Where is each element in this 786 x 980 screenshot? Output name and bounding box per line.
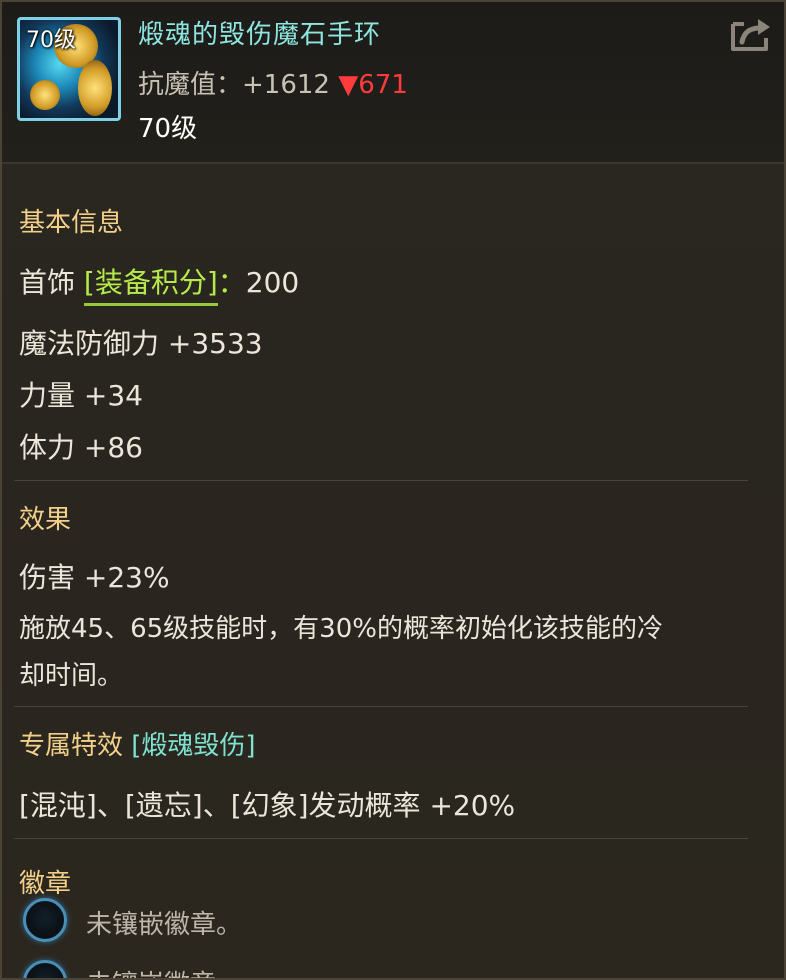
- stat-value: +1612: [242, 70, 330, 100]
- effect-line: 施放45、65级技能时，有30%的概率初始化该技能的冷: [19, 614, 663, 644]
- divider: [14, 838, 748, 839]
- stat-line: 魔法防御力 +3533: [19, 327, 263, 360]
- exclusive-tag: [煅魂毁伤]: [131, 731, 256, 761]
- exclusive-title: 专属特效: [19, 731, 124, 761]
- section-title-emblem: 徽章: [19, 869, 72, 899]
- emblem-socket-icon[interactable]: [23, 960, 67, 978]
- divider: [14, 480, 748, 481]
- emblem-socket-icon[interactable]: [23, 898, 67, 942]
- magic-resist-stat: 抗魔值：+1612 ▼671: [138, 64, 408, 101]
- bracelet-icon[interactable]: 70级: [17, 17, 121, 121]
- item-level-tag: 70级: [26, 28, 76, 53]
- item-level: 70级: [138, 114, 198, 144]
- tooltip-header: 70级 煅魂的毁伤魔石手环 抗魔值：+1612 ▼671 70级: [2, 2, 784, 164]
- slot-label: 首饰: [19, 266, 76, 299]
- tooltip-body: 基本信息 首饰 [装备积分]：200 魔法防御力 +3533 力量 +34 体力…: [2, 180, 784, 900]
- section-title-exclusive: 专属特效 [煅魂毁伤]: [19, 725, 784, 762]
- item-tooltip: 70级 煅魂的毁伤魔石手环 抗魔值：+1612 ▼671 70级 基本信息 首饰…: [0, 0, 786, 980]
- divider: [14, 706, 748, 707]
- item-name: 煅魂的毁伤魔石手环: [138, 20, 382, 50]
- equip-score-value: 200: [245, 266, 300, 299]
- stat-label: 抗魔值：: [138, 70, 243, 100]
- equip-score-badge[interactable]: [装备积分]: [83, 261, 218, 306]
- down-arrow-icon: ▼: [338, 70, 359, 100]
- emblem-slot-label: 未镶嵌徽章。: [86, 964, 242, 978]
- stat-line: 力量 +34: [19, 379, 143, 412]
- stat-down-value: 671: [358, 70, 408, 100]
- section-title-basic: 基本信息: [19, 208, 124, 238]
- equip-score-line: 首饰 [装备积分]：200: [19, 261, 784, 306]
- share-icon[interactable]: [730, 16, 772, 52]
- effect-line: 却时间。: [19, 661, 124, 691]
- exclusive-line: [混沌]、[遗忘]、[幻象]发动概率 +20%: [19, 789, 516, 822]
- section-title-effect: 效果: [19, 505, 72, 535]
- emblem-slot-label: 未镶嵌徽章。: [86, 910, 243, 940]
- score-separator: ：: [217, 266, 246, 299]
- stat-line: 体力 +86: [19, 431, 143, 464]
- effect-line: 伤害 +23%: [19, 561, 170, 594]
